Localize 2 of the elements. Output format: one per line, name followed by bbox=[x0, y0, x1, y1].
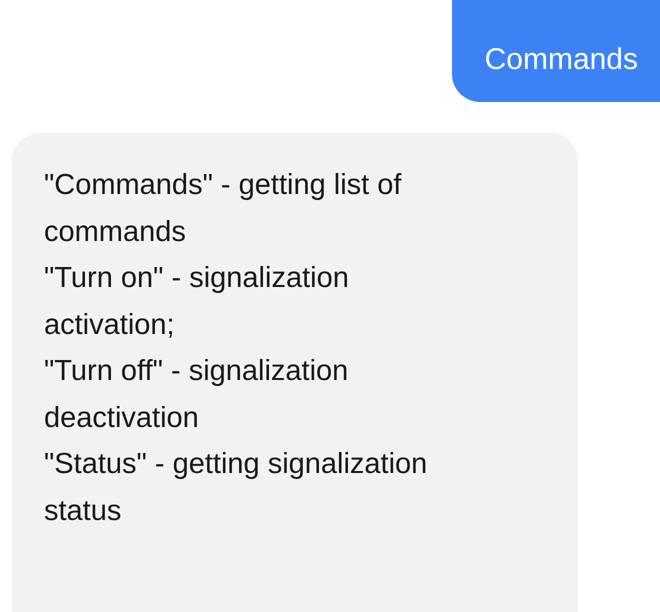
message-text: "Commands" - getting list of commands "Turn on" - signalization activation; "Turn off" - signalization deactivation "Status" - getting signalization status bbox=[44, 168, 428, 528]
message-text: Commands bbox=[484, 43, 638, 76]
